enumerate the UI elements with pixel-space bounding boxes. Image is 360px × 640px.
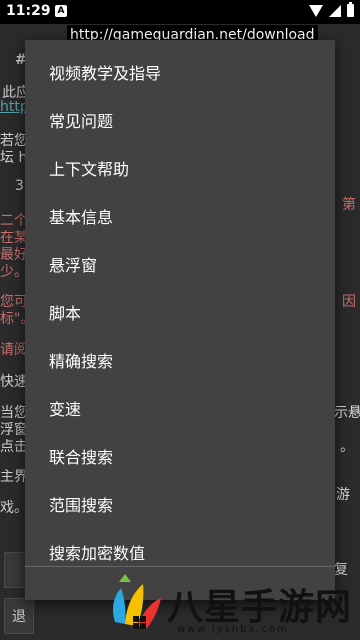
status-bar: 11:29 A [0, 0, 360, 24]
menu-item-encrypted-search[interactable]: 搜索加密数值 [25, 528, 335, 576]
menu-item-range-search[interactable]: 范围搜索 [25, 480, 335, 528]
menu-divider [25, 566, 335, 567]
exit-button[interactable]: 退 [4, 598, 34, 634]
menu-item-speedhack[interactable]: 变速 [25, 384, 335, 432]
watermark-emblem-icon [113, 574, 161, 629]
bg-text: 点击 [0, 439, 28, 455]
signal-icon [329, 4, 341, 17]
bg-text: 3 [15, 178, 24, 194]
watermark-title: 八星手游网 [167, 586, 353, 628]
menu-item-exact-search[interactable]: 精确搜索 [25, 336, 335, 384]
exit-button-label: 退 [12, 609, 26, 625]
menu-item-video-tutorial[interactable]: 视频教学及指导 [25, 48, 335, 96]
bg-text: 。 [340, 439, 354, 455]
menu-item-floating-window[interactable]: 悬浮窗 [25, 240, 335, 288]
bg-text: 因 [342, 294, 356, 310]
watermark-url: www.lyshbx.com [177, 624, 289, 635]
bg-text: 少。 [0, 264, 28, 280]
bg-text: 第 [342, 197, 356, 213]
menu-item-faq[interactable]: 常见问题 [25, 96, 335, 144]
bg-text: 示悬 [334, 405, 360, 421]
menu-item-script[interactable]: 脚本 [25, 288, 335, 336]
wifi-icon [309, 4, 323, 17]
menu-item-group-search[interactable]: 联合搜索 [25, 432, 335, 480]
watermark-logo: 八星手游网 www.lyshbx.com [105, 572, 355, 638]
battery-icon [347, 2, 354, 17]
status-time: 11:29 [6, 3, 51, 19]
menu-item-context-help[interactable]: 上下文帮助 [25, 144, 335, 192]
overflow-menu: 视频教学及指导 常见问题 上下文帮助 基本信息 悬浮窗 脚本 精确搜索 变速 联… [25, 40, 335, 600]
bg-text: 坛 h [0, 150, 28, 166]
bg-text: 主界 [0, 469, 28, 485]
bg-text: 请阅 [0, 342, 28, 358]
notification-icon: A [55, 5, 67, 17]
bg-text: 游 [336, 487, 350, 503]
bg-text: 快速 [0, 374, 28, 390]
menu-item-basic-info[interactable]: 基本信息 [25, 192, 335, 240]
bg-text: 戏。 [0, 500, 28, 516]
status-icons [309, 2, 354, 17]
